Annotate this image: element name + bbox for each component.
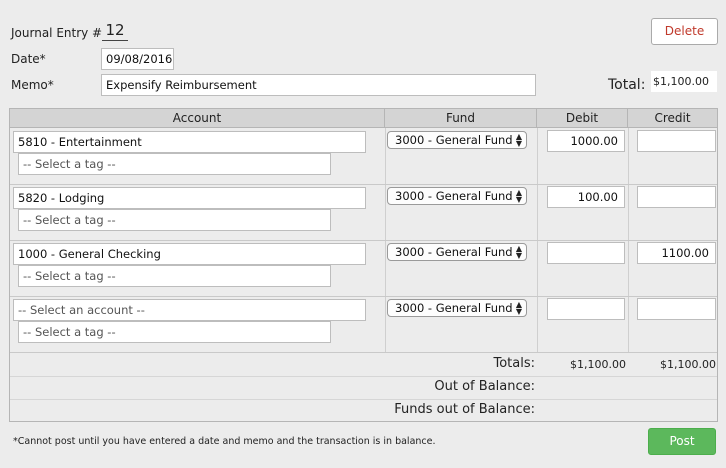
credit-input[interactable]: 1100.00: [637, 242, 716, 264]
debit-input[interactable]: [547, 298, 625, 320]
tag-select[interactable]: -- Select a tag --: [18, 321, 331, 343]
account-input[interactable]: 1000 - General Checking: [13, 243, 366, 265]
row-divider: [10, 184, 717, 185]
credit-input[interactable]: [637, 130, 716, 152]
tag-select[interactable]: -- Select a tag --: [18, 265, 331, 287]
delete-button[interactable]: Delete: [651, 18, 718, 45]
fund-select[interactable]: 3000 - General Fund ▲ ▼: [387, 131, 527, 149]
column-header-debit: Debit: [537, 109, 628, 127]
row-divider: [10, 240, 717, 241]
posting-requirements-note: *Cannot post until you have entered a da…: [13, 436, 436, 447]
row-divider: [10, 296, 717, 297]
tag-select[interactable]: -- Select a tag --: [18, 209, 331, 231]
date-field[interactable]: 09/08/2016: [101, 48, 174, 70]
out-of-balance-label: Out of Balance:: [434, 379, 535, 394]
table-header: Account Fund Debit Credit: [10, 109, 717, 128]
debit-input[interactable]: 100.00: [547, 186, 625, 208]
fund-select-value: 3000 - General Fund: [395, 245, 513, 259]
select-arrows-icon: ▲ ▼: [515, 300, 522, 316]
memo-field[interactable]: Expensify Reimbursement: [101, 74, 536, 96]
fund-select[interactable]: 3000 - General Fund ▲ ▼: [387, 243, 527, 261]
memo-label: Memo*: [11, 78, 54, 92]
row-divider: [10, 352, 717, 353]
total-value: $1,100.00: [651, 71, 717, 92]
journal-entry-number: 12: [102, 22, 128, 41]
journal-entry-label: Journal Entry #: [11, 26, 103, 40]
journal-lines-table: Account Fund Debit Credit 5810 - Enterta…: [9, 108, 718, 422]
debit-input[interactable]: [547, 242, 625, 264]
column-header-account: Account: [10, 109, 385, 127]
account-input[interactable]: -- Select an account --: [13, 299, 366, 321]
fund-select[interactable]: 3000 - General Fund ▲ ▼: [387, 187, 527, 205]
select-arrows-icon: ▲ ▼: [515, 132, 522, 148]
tag-select[interactable]: -- Select a tag --: [18, 153, 331, 175]
credit-input[interactable]: [637, 186, 716, 208]
select-arrows-icon: ▲ ▼: [515, 244, 522, 260]
column-header-fund: Fund: [385, 109, 537, 127]
fund-select[interactable]: 3000 - General Fund ▲ ▼: [387, 299, 527, 317]
totals-label: Totals:: [493, 356, 535, 371]
fund-select-value: 3000 - General Fund: [395, 301, 513, 315]
debit-input[interactable]: 1000.00: [547, 130, 625, 152]
post-button[interactable]: Post: [648, 428, 716, 455]
date-label: Date*: [11, 52, 46, 66]
credit-total: $1,100.00: [660, 358, 716, 371]
total-label: Total:: [608, 77, 646, 93]
credit-input[interactable]: [637, 298, 716, 320]
fund-select-value: 3000 - General Fund: [395, 133, 513, 147]
funds-out-of-balance-label: Funds out of Balance:: [394, 402, 535, 417]
account-input[interactable]: 5820 - Lodging: [13, 187, 366, 209]
select-arrows-icon: ▲ ▼: [515, 188, 522, 204]
account-input[interactable]: 5810 - Entertainment: [13, 131, 366, 153]
fund-select-value: 3000 - General Fund: [395, 189, 513, 203]
row-divider: [10, 376, 717, 377]
column-header-credit: Credit: [654, 111, 691, 125]
row-divider: [10, 399, 717, 400]
debit-total: $1,100.00: [570, 358, 626, 371]
